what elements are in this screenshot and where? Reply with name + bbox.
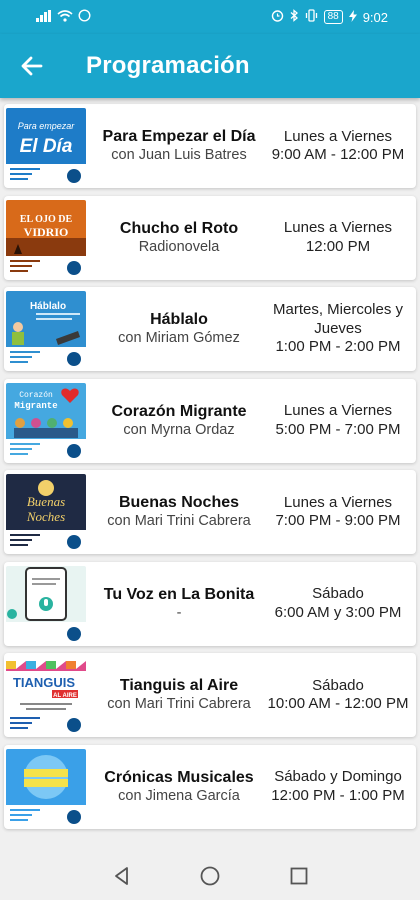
- svg-text:TIANGUIS: TIANGUIS: [13, 675, 75, 690]
- program-thumbnail: TIANGUIS AL AIRE: [6, 657, 86, 733]
- status-right: 88 9:02: [271, 9, 388, 25]
- program-card[interactable]: Háblalo Háblalo con Miriam Gómez Martes,…: [4, 287, 416, 371]
- svg-text:AL AIRE: AL AIRE: [53, 693, 77, 699]
- svg-text:Corazón: Corazón: [19, 391, 53, 400]
- program-host: -: [176, 604, 182, 621]
- program-days: Lunes a Viernes: [283, 127, 393, 145]
- program-time: 6:00 AM y 3:00 PM: [274, 603, 402, 621]
- program-card[interactable]: Buenas Noches Buenas Noches con Mari Tri…: [4, 470, 416, 554]
- program-card[interactable]: Corazón Migrante Corazón Migrante con My…: [4, 378, 416, 463]
- svg-text:VIDRIO: VIDRIO: [24, 225, 69, 239]
- program-schedule: Lunes a Viernes 5:00 PM - 7:00 PM: [260, 379, 416, 463]
- program-days: Sábado: [312, 676, 364, 694]
- program-info: Tu Voz en La Bonita -: [100, 562, 258, 646]
- program-card[interactable]: Para empezar El Día Para Empezar el Día …: [4, 104, 416, 188]
- program-schedule: Lunes a Viernes 7:00 PM - 9:00 PM: [260, 470, 416, 554]
- program-thumbnail: [6, 565, 86, 642]
- svg-text:EL OJO DE: EL OJO DE: [20, 214, 73, 225]
- program-days: Sábado: [312, 585, 364, 602]
- back-button[interactable]: [18, 52, 46, 80]
- program-host: Radionovela: [138, 238, 220, 255]
- svg-text:Buenas: Buenas: [27, 494, 65, 509]
- alarm-icon: [271, 9, 284, 25]
- program-thumbnail: Háblalo: [6, 291, 86, 367]
- program-title: Corazón Migrante: [111, 402, 247, 420]
- program-info: Para Empezar el Día con Juan Luis Batres: [100, 104, 258, 188]
- program-title: Chucho el Roto: [119, 219, 239, 237]
- program-host: con Mari Trini Cabrera: [107, 696, 251, 712]
- program-time: 12:00 PM: [305, 237, 371, 255]
- svg-text:El Día: El Día: [20, 136, 73, 157]
- nav-recents-button[interactable]: [287, 864, 311, 888]
- program-card[interactable]: TIANGUIS AL AIRE Tianguis al Aire con Ma…: [4, 653, 416, 737]
- app-bar: Programación: [0, 34, 420, 98]
- signal-icon: [36, 9, 52, 25]
- program-thumbnail: Para empezar El Día: [6, 108, 86, 184]
- program-time: 10:00 AM - 12:00 PM: [267, 695, 409, 712]
- whatsapp-icon: [78, 9, 91, 25]
- program-thumbnail: Corazón Migrante: [6, 382, 86, 459]
- page-title: Programación: [86, 52, 250, 79]
- program-host: con Miriam Gómez: [118, 330, 240, 346]
- program-title: Buenas Noches: [118, 494, 240, 511]
- program-time: 7:00 PM - 9:00 PM: [275, 512, 401, 529]
- program-days: Lunes a Viernes: [283, 219, 393, 236]
- program-title: Tianguis al Aire: [119, 677, 239, 694]
- vibrate-icon: [305, 9, 318, 25]
- program-title: Crónicas Musicales: [104, 768, 254, 786]
- square-recents-icon: [290, 867, 308, 885]
- nav-home-button[interactable]: [198, 864, 222, 888]
- program-schedule: Sábado 6:00 AM y 3:00 PM: [260, 562, 416, 646]
- program-info: Chucho el Roto Radionovela: [100, 196, 258, 280]
- program-title: Para Empezar el Día: [102, 128, 256, 145]
- svg-text:Noches: Noches: [26, 509, 65, 524]
- program-thumbnail: EL OJO DE VIDRIO: [6, 199, 86, 276]
- program-days: Martes, Miercoles y Jueves: [272, 301, 404, 337]
- battery-icon: 88: [323, 10, 343, 24]
- triangle-back-icon: [115, 867, 128, 885]
- program-info: Tianguis al Aire con Mari Trini Cabrera: [100, 653, 258, 737]
- program-days: Lunes a Viernes: [283, 493, 393, 511]
- svg-text:Migrante: Migrante: [14, 401, 57, 411]
- program-days: Lunes a Viernes: [283, 402, 393, 419]
- bluetooth-icon: [290, 9, 299, 25]
- arrow-left-icon: [21, 56, 43, 76]
- program-list: Para empezar El Día Para Empezar el Día …: [4, 104, 416, 836]
- program-card[interactable]: EL OJO DE VIDRIO Chucho el Roto Radionov…: [4, 195, 416, 280]
- program-host: con Juan Luis Batres: [111, 147, 247, 163]
- program-days: Sábado y Domingo: [274, 768, 402, 785]
- program-title: Tu Voz en La Bonita: [103, 585, 255, 603]
- program-card[interactable]: Crónicas Musicales con Jimena García Sáb…: [4, 744, 416, 829]
- program-schedule: Sábado 10:00 AM - 12:00 PM: [260, 653, 416, 737]
- status-bar: 88 9:02: [0, 0, 420, 34]
- program-host: con Myrna Ordaz: [123, 421, 235, 438]
- program-title: Háblalo: [150, 311, 208, 328]
- program-thumbnail: [6, 748, 86, 825]
- program-time: 1:00 PM - 2:00 PM: [275, 338, 401, 356]
- program-thumbnail: Buenas Noches: [6, 474, 86, 550]
- program-info: Háblalo con Miriam Gómez: [100, 287, 258, 371]
- program-time: 9:00 AM - 12:00 PM: [271, 146, 405, 163]
- program-host: con Jimena García: [118, 787, 240, 804]
- program-host: con Mari Trini Cabrera: [107, 513, 251, 529]
- system-nav-bar: [0, 852, 420, 900]
- svg-text:Háblalo: Háblalo: [30, 301, 66, 312]
- program-schedule: Lunes a Viernes 12:00 PM: [260, 196, 416, 280]
- program-info: Crónicas Musicales con Jimena García: [100, 745, 258, 829]
- charging-icon: [348, 9, 357, 25]
- program-schedule: Martes, Miercoles y Jueves 1:00 PM - 2:0…: [260, 287, 416, 371]
- svg-text:Para empezar: Para empezar: [18, 121, 76, 131]
- program-schedule: Sábado y Domingo 12:00 PM - 1:00 PM: [260, 745, 416, 829]
- circle-home-icon: [200, 866, 220, 886]
- program-time: 12:00 PM - 1:00 PM: [271, 786, 405, 804]
- program-schedule: Lunes a Viernes 9:00 AM - 12:00 PM: [260, 104, 416, 188]
- status-time: 9:02: [362, 9, 388, 25]
- wifi-icon: [57, 9, 73, 25]
- program-time: 5:00 PM - 7:00 PM: [275, 420, 401, 438]
- program-info: Corazón Migrante con Myrna Ordaz: [100, 379, 258, 463]
- status-left: [36, 9, 91, 25]
- program-card[interactable]: Tu Voz en La Bonita - Sábado 6:00 AM y 3…: [4, 561, 416, 646]
- program-info: Buenas Noches con Mari Trini Cabrera: [100, 470, 258, 554]
- nav-back-button[interactable]: [110, 864, 134, 888]
